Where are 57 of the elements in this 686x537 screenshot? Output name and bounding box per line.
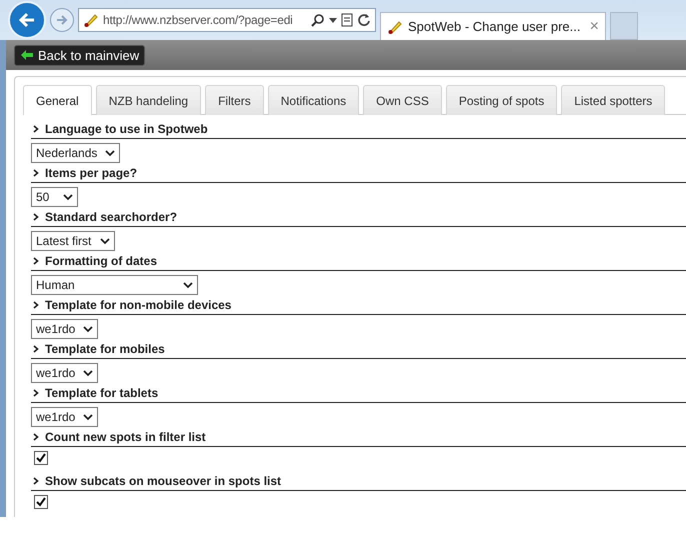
arrow-icon (20, 49, 34, 61)
tab[interactable]: Filters (205, 85, 264, 115)
caret-icon (83, 370, 93, 376)
setting-label: Language to use in Spotweb (45, 122, 208, 136)
caret-icon (63, 194, 73, 200)
pencil-icon (83, 12, 99, 28)
caret-icon (183, 282, 193, 288)
tab[interactable]: Listed spotters (561, 85, 666, 115)
browser-tab[interactable]: SpotWeb - Change user pre... × (380, 12, 606, 40)
dropdown[interactable]: Human (31, 275, 198, 295)
arrow-icon (17, 10, 37, 30)
setting-label: Template for tablets (45, 386, 158, 400)
setting-label: Show subcats on mouseover in spots list (45, 474, 282, 488)
checkmark-icon (35, 452, 47, 464)
tab[interactable]: Notifications (268, 85, 360, 115)
tab[interactable]: Own CSS (363, 85, 442, 115)
search-icon[interactable] (311, 13, 325, 27)
compatibility-icon[interactable] (341, 13, 353, 27)
chevron-icon (33, 125, 39, 133)
chevron-icon (33, 257, 39, 265)
setting-label: Items per page? (45, 166, 138, 180)
caret-icon (105, 150, 115, 156)
caret-icon (100, 238, 110, 244)
pencil-icon (387, 18, 403, 34)
chevron-icon (33, 477, 39, 485)
caret-icon (83, 326, 93, 332)
checkbox[interactable] (34, 451, 48, 465)
address-bar[interactable]: http://www.nzbserver.com/?page=edi (78, 8, 376, 32)
caret-icon (83, 414, 93, 420)
chevron-icon (33, 169, 39, 177)
setting-label: Count new spots in filter list (45, 430, 206, 444)
close-button[interactable]: × (590, 18, 599, 36)
setting-label: Template for mobiles (45, 342, 165, 356)
checkmark-icon (35, 496, 47, 508)
dropdown[interactable]: 50 (31, 187, 78, 207)
back-button[interactable] (8, 1, 46, 39)
arrow-icon (55, 13, 69, 27)
chevron-icon (33, 345, 39, 353)
caret-icon[interactable] (329, 18, 337, 22)
dropdown[interactable]: Nederlands (31, 143, 120, 163)
tab[interactable]: Posting of spots (446, 85, 558, 115)
setting-label: Formatting of dates (45, 254, 158, 268)
setting-label: Template for non-mobile devices (45, 298, 232, 312)
dropdown[interactable]: Latest first (31, 231, 115, 251)
chevron-icon (33, 389, 39, 397)
setting-label: Standard searchorder? (45, 210, 178, 224)
checkbox[interactable] (34, 495, 48, 509)
back-to-mainview-button[interactable]: Back to mainview (14, 44, 146, 66)
chevron-icon (33, 301, 39, 309)
tab[interactable]: NZB handeling (96, 85, 202, 115)
dropdown[interactable]: we1rdo (31, 407, 98, 427)
dropdown[interactable]: we1rdo (31, 319, 98, 339)
chevron-icon (33, 213, 39, 221)
dropdown[interactable]: we1rdo (31, 363, 98, 383)
tab[interactable]: General (23, 85, 92, 115)
refresh-icon[interactable] (357, 13, 371, 27)
chevron-icon (33, 433, 39, 441)
